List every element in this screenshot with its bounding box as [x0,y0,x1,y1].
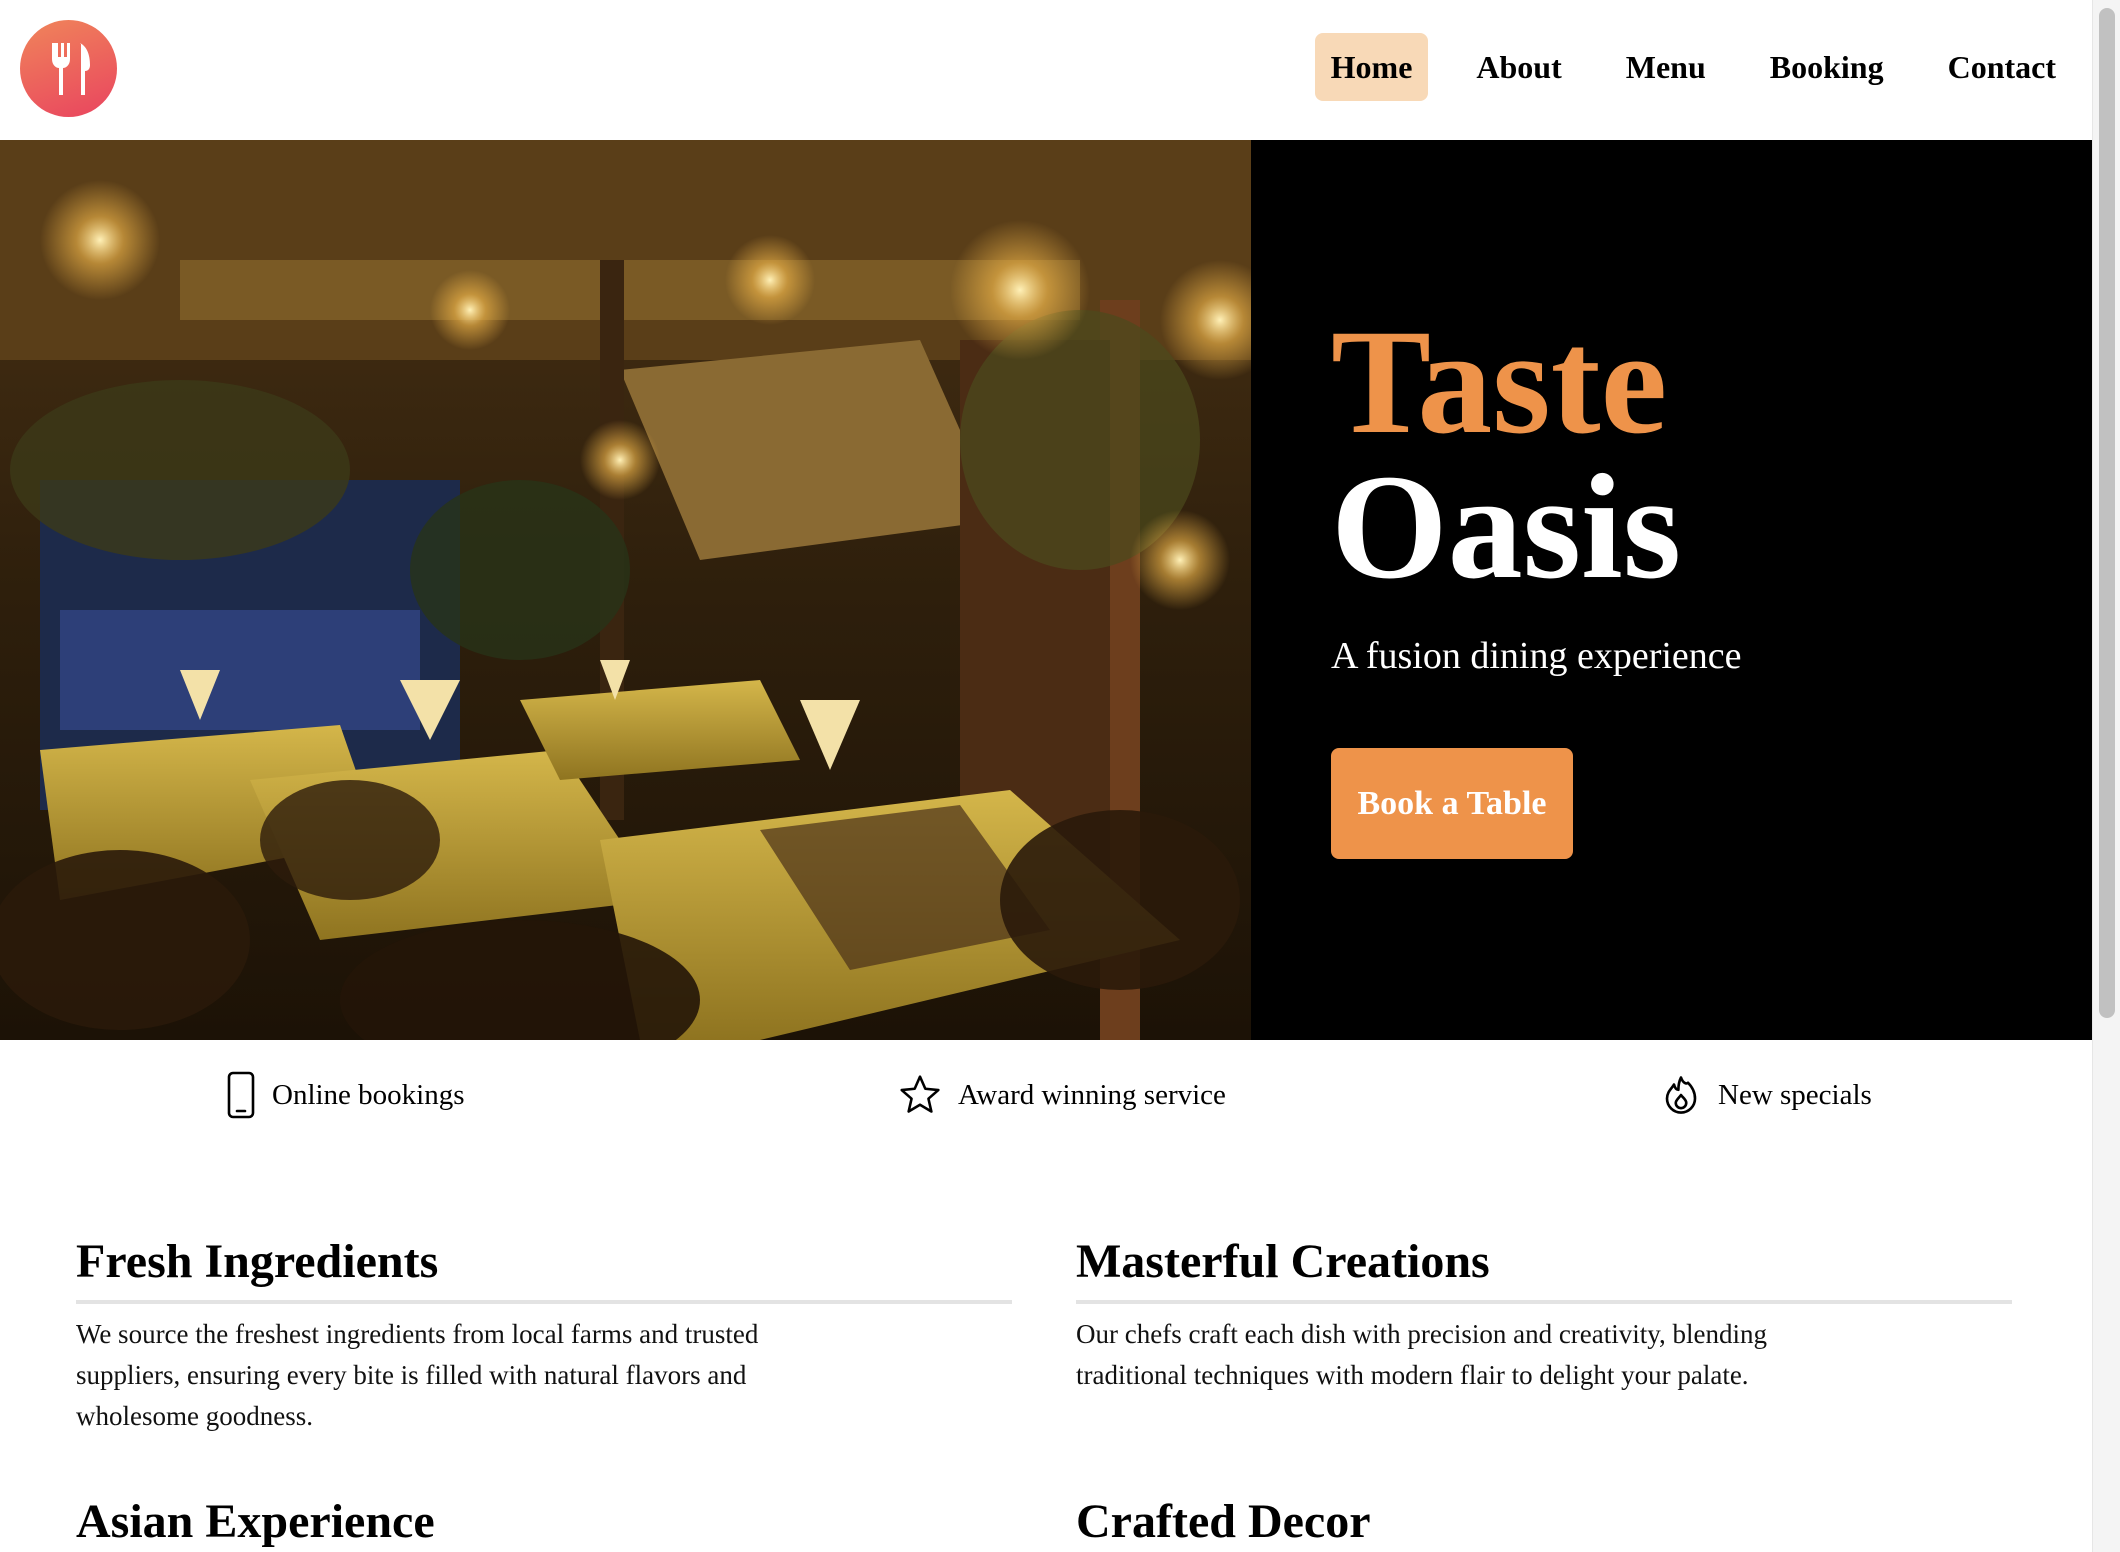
scrollbar-thumb[interactable] [2099,8,2115,1018]
feature-label: Online bookings [272,1078,465,1111]
nav-home[interactable]: Home [1314,33,1429,101]
flame-icon [1665,1076,1697,1114]
page-scrollbar[interactable] [2092,0,2120,1552]
nav-contact[interactable]: Contact [1932,33,2072,101]
site-header: Home About Menu Booking Contact [0,0,2092,140]
star-icon [900,1075,940,1113]
card-title: Fresh Ingredients [76,1230,1012,1304]
feature-label: Award winning service [958,1078,1226,1111]
main-nav: Home About Menu Booking Contact [1283,33,2072,101]
smartphone-icon [227,1071,255,1119]
hero-title-line2: Oasis [1331,444,1682,610]
nav-menu[interactable]: Menu [1610,33,1722,101]
hero-tagline: A fusion dining experience [1331,635,1742,677]
restaurant-interior-photo [0,140,1251,1040]
card-title: Masterful Creations [1076,1230,2012,1304]
card-fresh-ingredients: Fresh Ingredients We source the freshest… [76,1230,1012,1437]
nav-about[interactable]: About [1460,33,1577,101]
card-asian-experience: Asian Experience [76,1490,1012,1552]
card-text: Our chefs craft each dish with precision… [1076,1319,1768,1390]
feature-label: New specials [1718,1078,1872,1111]
logo[interactable] [20,20,117,117]
book-table-button[interactable]: Book a Table [1331,748,1573,859]
card-title: Asian Experience [76,1495,435,1548]
nav-booking[interactable]: Booking [1754,33,1900,101]
feature-strip: Online bookings Award winning service Ne… [0,1040,2092,1150]
fork-spoon-icon [51,42,90,95]
feature-new-specials: New specials [1660,1070,1872,1120]
card-title: Crafted Decor [1076,1495,1371,1548]
page: Home About Menu Booking Contact Taste Oa… [0,0,2092,1552]
feature-online-bookings: Online bookings [226,1070,465,1120]
hero-text: Taste Oasis A fusion dining experience B… [1331,299,2031,859]
card-text: We source the freshest ingredients from … [76,1319,759,1431]
feature-award-service: Award winning service [898,1070,1226,1120]
card-masterful-creations: Masterful Creations Our chefs craft each… [1076,1230,2012,1396]
hero-title-line1: Taste [1331,299,1668,465]
hero-section: Taste Oasis A fusion dining experience B… [0,140,2092,1040]
card-crafted-decor: Crafted Decor [1076,1490,2012,1552]
